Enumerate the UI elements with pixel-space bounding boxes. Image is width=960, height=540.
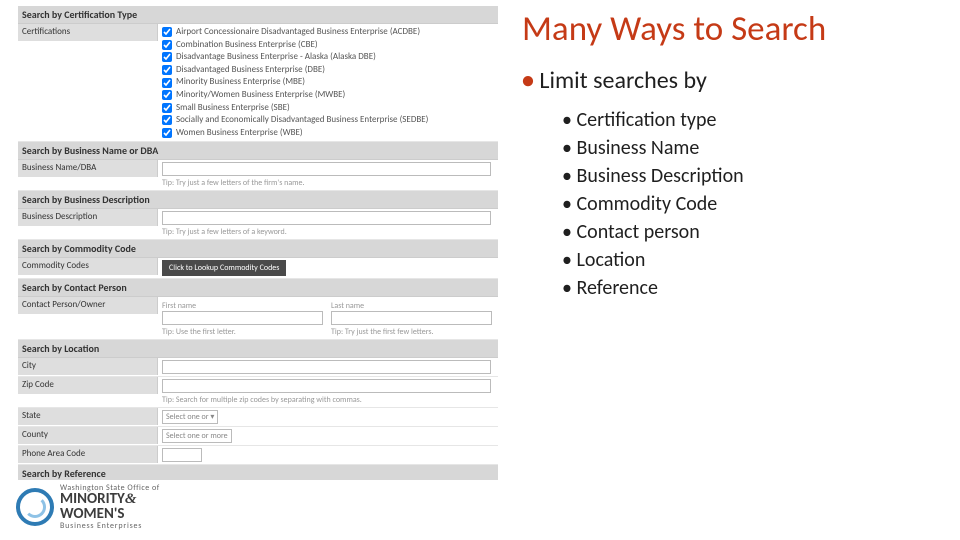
label-business-name: Business Name/DBA xyxy=(18,160,158,177)
tip-first-name: Tip: Use the first letter. xyxy=(162,327,325,337)
cert-option: Disadvantaged Business Enterprise (DBE) xyxy=(162,64,494,77)
cert-label: Disadvantage Business Enterprise - Alask… xyxy=(176,51,376,64)
bullet-list-level1: Limit searches by xyxy=(522,66,707,95)
business-desc-input[interactable] xyxy=(162,211,491,225)
cert-checkbox[interactable] xyxy=(162,90,172,100)
label-certifications: Certifications xyxy=(18,24,158,41)
cert-label: Women Business Enterprise (WBE) xyxy=(176,127,303,140)
omwbe-logo: Washington State Office of MINORITY& WOM… xyxy=(16,484,160,530)
first-name-input[interactable] xyxy=(162,311,323,325)
logo-womens: WOMEN'S xyxy=(60,507,160,522)
bullet-lvl1: Limit searches by xyxy=(522,66,707,95)
tip-last-name: Tip: Try just the first few letters. xyxy=(331,327,494,337)
last-name-caption: Last name xyxy=(331,301,494,311)
bullet-lvl2: Contact person xyxy=(562,218,744,246)
slide-title: Many Ways to Search xyxy=(522,8,826,50)
state-select[interactable]: Select one or ▾ xyxy=(162,410,218,424)
cert-option: Minority/Women Business Enterprise (MWBE… xyxy=(162,89,494,102)
cert-checkbox[interactable] xyxy=(162,52,172,62)
cert-option: Disadvantage Business Enterprise - Alask… xyxy=(162,51,494,64)
area-code-input[interactable] xyxy=(162,448,202,462)
lookup-commodity-button[interactable]: Click to Lookup Commodity Codes xyxy=(162,260,286,276)
cert-label: Small Business Enterprise (SBE) xyxy=(176,102,290,115)
cert-checkbox[interactable] xyxy=(162,27,172,37)
label-contact-person: Contact Person/Owner xyxy=(18,297,158,314)
label-state: State xyxy=(18,408,158,425)
last-name-input[interactable] xyxy=(331,311,492,325)
cert-option: Airport Concessionaire Disadvantaged Bus… xyxy=(162,26,494,39)
business-name-input[interactable] xyxy=(162,162,491,176)
section-commodity-code: Search by Commodity Code xyxy=(18,240,498,258)
bullet-list-level2: Certification type Business Name Busines… xyxy=(562,106,744,302)
tip-zip: Tip: Search for multiple zip codes by se… xyxy=(162,395,494,405)
cert-checkbox[interactable] xyxy=(162,103,172,113)
bullet-lvl2: Commodity Code xyxy=(562,190,744,218)
cert-checkbox[interactable] xyxy=(162,40,172,50)
cert-option: Women Business Enterprise (WBE) xyxy=(162,127,494,140)
cert-checkbox[interactable] xyxy=(162,115,172,125)
tip-business-name: Tip: Try just a few letters of the firm'… xyxy=(162,178,494,188)
logo-line3: Business Enterprises xyxy=(60,522,160,530)
search-form-screenshot: Search by Certification Type Certificati… xyxy=(18,6,498,480)
section-business-desc: Search by Business Description xyxy=(18,191,498,209)
cert-label: Airport Concessionaire Disadvantaged Bus… xyxy=(176,26,420,39)
cert-option: Minority Business Enterprise (MBE) xyxy=(162,76,494,89)
label-commodity-codes: Commodity Codes xyxy=(18,258,158,275)
logo-amp: & xyxy=(125,491,137,507)
first-name-caption: First name xyxy=(162,301,325,311)
cert-checkbox-group: Airport Concessionaire Disadvantaged Bus… xyxy=(158,24,498,141)
cert-option: Socially and Economically Disadvantaged … xyxy=(162,114,494,127)
label-business-desc: Business Description xyxy=(18,209,158,226)
bullet-lvl2: Reference xyxy=(562,274,744,302)
logo-wordmark: Washington State Office of MINORITY& WOM… xyxy=(60,484,160,530)
section-contact-person: Search by Contact Person xyxy=(18,279,498,297)
cert-label: Combination Business Enterprise (CBE) xyxy=(176,39,318,52)
zip-input[interactable] xyxy=(162,379,491,393)
label-area-code: Phone Area Code xyxy=(18,446,158,463)
cert-label: Socially and Economically Disadvantaged … xyxy=(176,114,428,127)
label-city: City xyxy=(18,358,158,375)
cert-checkbox[interactable] xyxy=(162,78,172,88)
cert-label: Minority Business Enterprise (MBE) xyxy=(176,76,305,89)
bullet-lvl2: Location xyxy=(562,246,744,274)
tip-business-desc: Tip: Try just a few letters of a keyword… xyxy=(162,227,494,237)
section-reference: Search by Reference xyxy=(18,465,498,480)
section-cert-type: Search by Certification Type xyxy=(18,6,498,24)
section-location: Search by Location xyxy=(18,340,498,358)
cert-label: Minority/Women Business Enterprise (MWBE… xyxy=(176,89,345,102)
swirl-icon xyxy=(16,488,54,526)
cert-option: Small Business Enterprise (SBE) xyxy=(162,102,494,115)
cert-checkbox[interactable] xyxy=(162,65,172,75)
city-input[interactable] xyxy=(162,360,491,374)
bullet-lvl2: Business Name xyxy=(562,134,744,162)
cert-label: Disadvantaged Business Enterprise (DBE) xyxy=(176,64,325,77)
cert-checkbox[interactable] xyxy=(162,128,172,138)
cert-option: Combination Business Enterprise (CBE) xyxy=(162,39,494,52)
bullet-lvl2: Certification type xyxy=(562,106,744,134)
label-county: County xyxy=(18,427,158,444)
label-zip: Zip Code xyxy=(18,377,158,394)
section-business-name: Search by Business Name or DBA xyxy=(18,142,498,160)
bullet-lvl2: Business Description xyxy=(562,162,744,190)
county-select[interactable]: Select one or more xyxy=(162,429,232,443)
